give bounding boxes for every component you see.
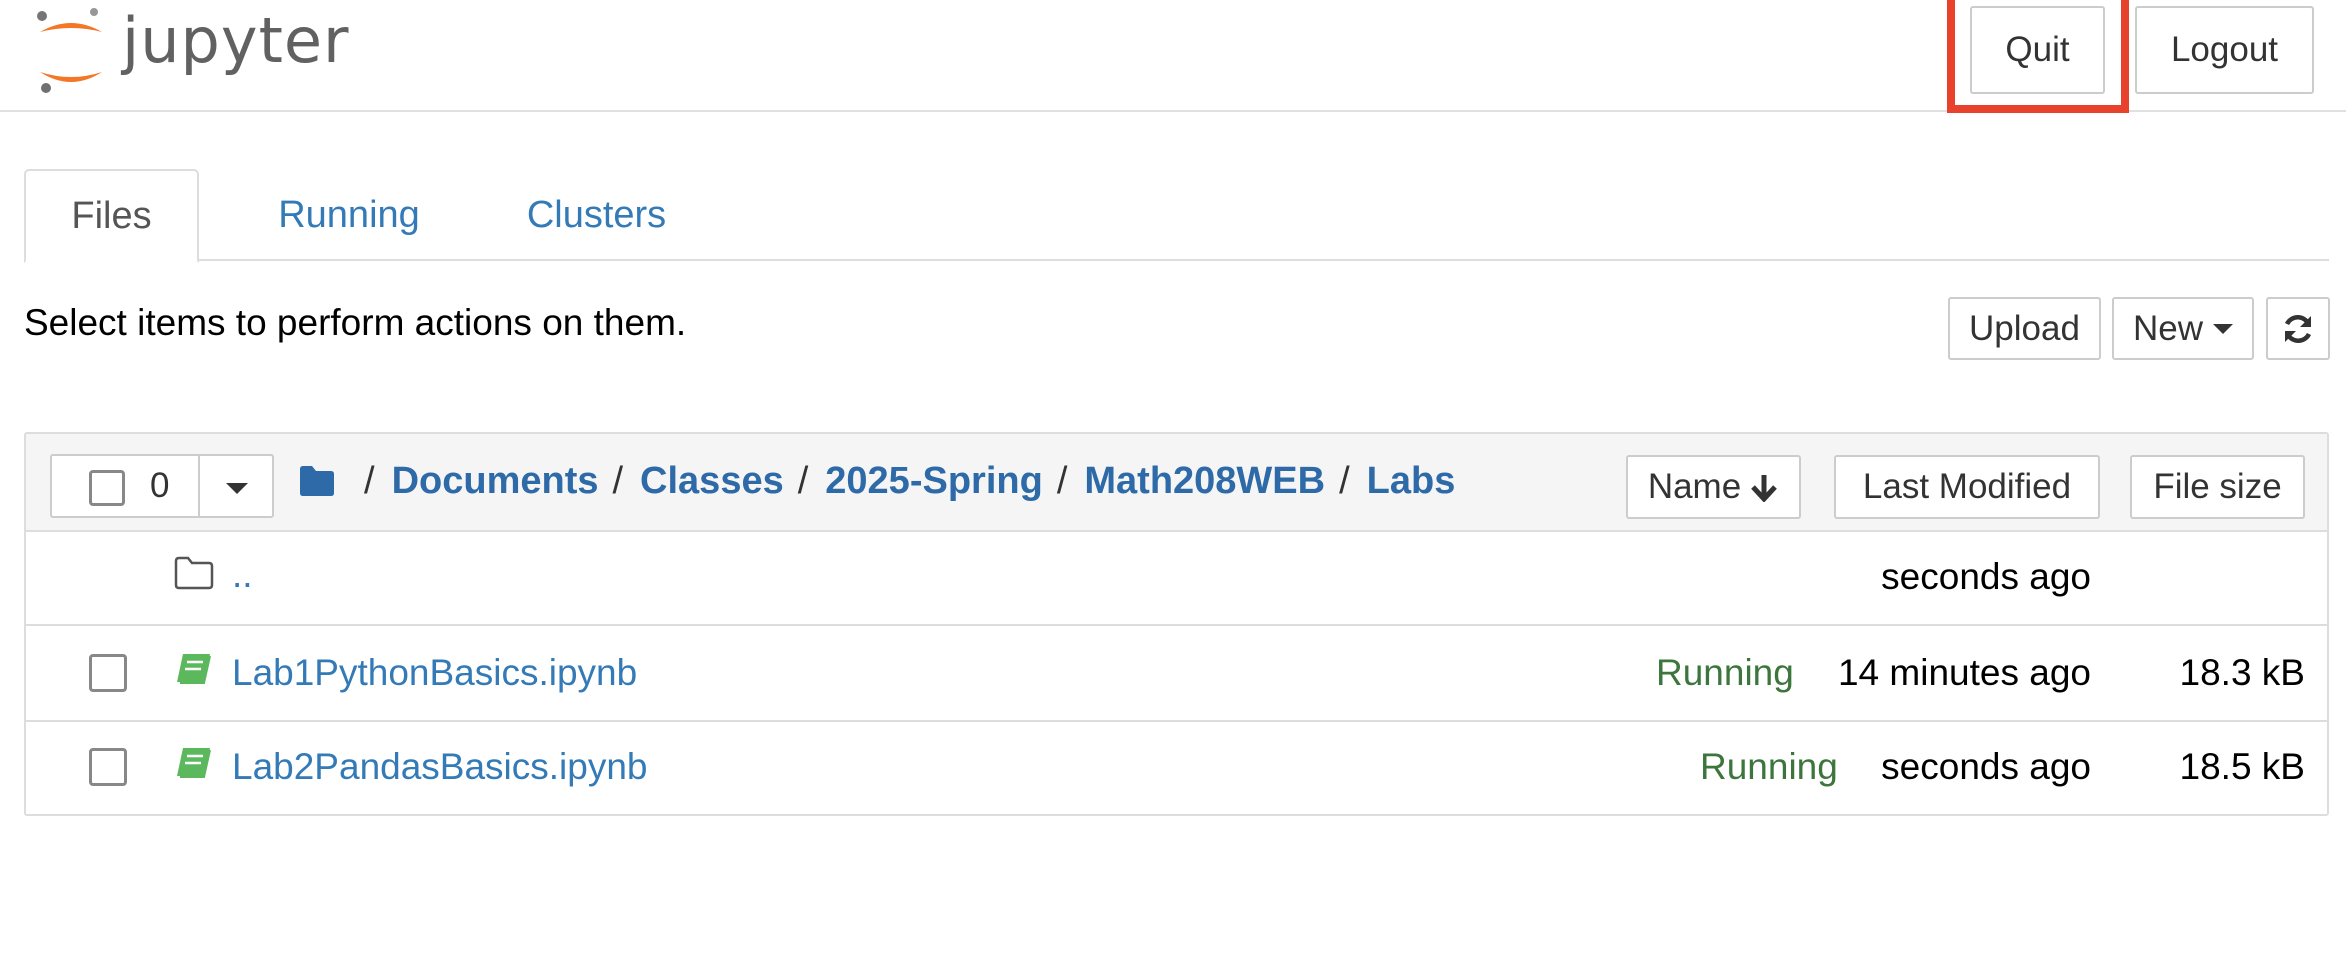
logo-text: jupyter bbox=[122, 4, 350, 77]
refresh-button[interactable] bbox=[2266, 297, 2330, 360]
selected-count: 0 bbox=[150, 466, 170, 505]
folder-icon bbox=[174, 556, 214, 595]
running-status: Running bbox=[1700, 746, 1838, 787]
sort-name-label: Name bbox=[1647, 467, 1742, 506]
breadcrumb-classes[interactable]: Classes bbox=[640, 460, 784, 503]
notebook-icon bbox=[174, 652, 214, 691]
tab-clusters[interactable]: Clusters bbox=[494, 169, 699, 261]
breadcrumb-separator: / bbox=[612, 459, 624, 502]
sort-by-name-button[interactable]: Name bbox=[1626, 455, 1801, 519]
select-dropdown-caret-icon[interactable] bbox=[226, 483, 248, 494]
file-modified: seconds ago bbox=[1881, 746, 2091, 787]
sort-by-file-size-button[interactable]: File size bbox=[2130, 455, 2305, 519]
breadcrumb-math208web[interactable]: Math208WEB bbox=[1084, 460, 1325, 503]
list-item-parent-directory[interactable]: .. seconds ago bbox=[26, 532, 2327, 626]
selection-hint: Select items to perform actions on them. bbox=[24, 302, 687, 343]
file-name-link[interactable]: Lab1PythonBasics.ipynb bbox=[232, 652, 637, 694]
list-item[interactable]: Lab1PythonBasics.ipynb Running 14 minute… bbox=[26, 628, 2327, 722]
jupyter-file-browser: jupyter Quit Logout Files Running Cluste… bbox=[0, 0, 2346, 962]
parent-directory-link[interactable]: .. bbox=[232, 554, 253, 596]
upload-button[interactable]: Upload bbox=[1948, 297, 2101, 360]
caret-down-icon bbox=[2213, 323, 2234, 334]
jupyter-logo[interactable]: jupyter bbox=[34, 4, 364, 96]
breadcrumb-documents[interactable]: Documents bbox=[392, 460, 599, 503]
header-bar: jupyter Quit Logout bbox=[0, 0, 2346, 113]
breadcrumb-separator: / bbox=[364, 459, 375, 502]
breadcrumb: / Documents / Classes / 2025-Spring / Ma… bbox=[298, 451, 1455, 511]
tab-files[interactable]: Files bbox=[24, 169, 199, 263]
sort-by-last-modified-button[interactable]: Last Modified bbox=[1834, 455, 2100, 519]
file-size: 18.5 kB bbox=[2179, 746, 2305, 787]
breadcrumb-labs[interactable]: Labs bbox=[1367, 460, 1456, 503]
breadcrumb-separator: / bbox=[1339, 459, 1350, 502]
file-list-header: 0 / Documents / Classes / 2025-Spring / … bbox=[26, 434, 2327, 532]
file-size: 18.3 kB bbox=[2179, 652, 2305, 693]
row-checkbox[interactable] bbox=[89, 748, 127, 786]
tab-bar: Files Running Clusters bbox=[24, 169, 2329, 263]
row-checkbox[interactable] bbox=[89, 654, 127, 692]
file-modified: seconds ago bbox=[1881, 556, 2091, 597]
file-modified: 14 minutes ago bbox=[1837, 652, 2091, 693]
new-button-label: New bbox=[2132, 308, 2204, 348]
file-name-link[interactable]: Lab2PandasBasics.ipynb bbox=[232, 746, 648, 788]
running-status: Running bbox=[1656, 652, 1794, 693]
select-all-checkbox[interactable] bbox=[89, 470, 125, 506]
select-all-group: 0 bbox=[50, 454, 274, 518]
folder-home-icon[interactable] bbox=[298, 464, 336, 498]
file-list: 0 / Documents / Classes / 2025-Spring / … bbox=[24, 432, 2329, 816]
arrow-down-icon bbox=[1751, 475, 1778, 502]
breadcrumb-separator: / bbox=[1056, 459, 1068, 502]
list-item[interactable]: Lab2PandasBasics.ipynb Running seconds a… bbox=[26, 722, 2327, 816]
notebook-icon bbox=[174, 746, 214, 785]
new-button[interactable]: New bbox=[2112, 297, 2254, 360]
logout-button[interactable]: Logout bbox=[2135, 6, 2314, 94]
breadcrumb-2025-spring[interactable]: 2025-Spring bbox=[825, 460, 1043, 503]
divider bbox=[198, 456, 200, 516]
tab-running[interactable]: Running bbox=[254, 169, 444, 261]
refresh-icon bbox=[2284, 314, 2312, 343]
quit-button[interactable]: Quit bbox=[1970, 6, 2105, 94]
breadcrumb-separator: / bbox=[797, 459, 809, 502]
jupyter-logo-icon bbox=[37, 8, 102, 93]
